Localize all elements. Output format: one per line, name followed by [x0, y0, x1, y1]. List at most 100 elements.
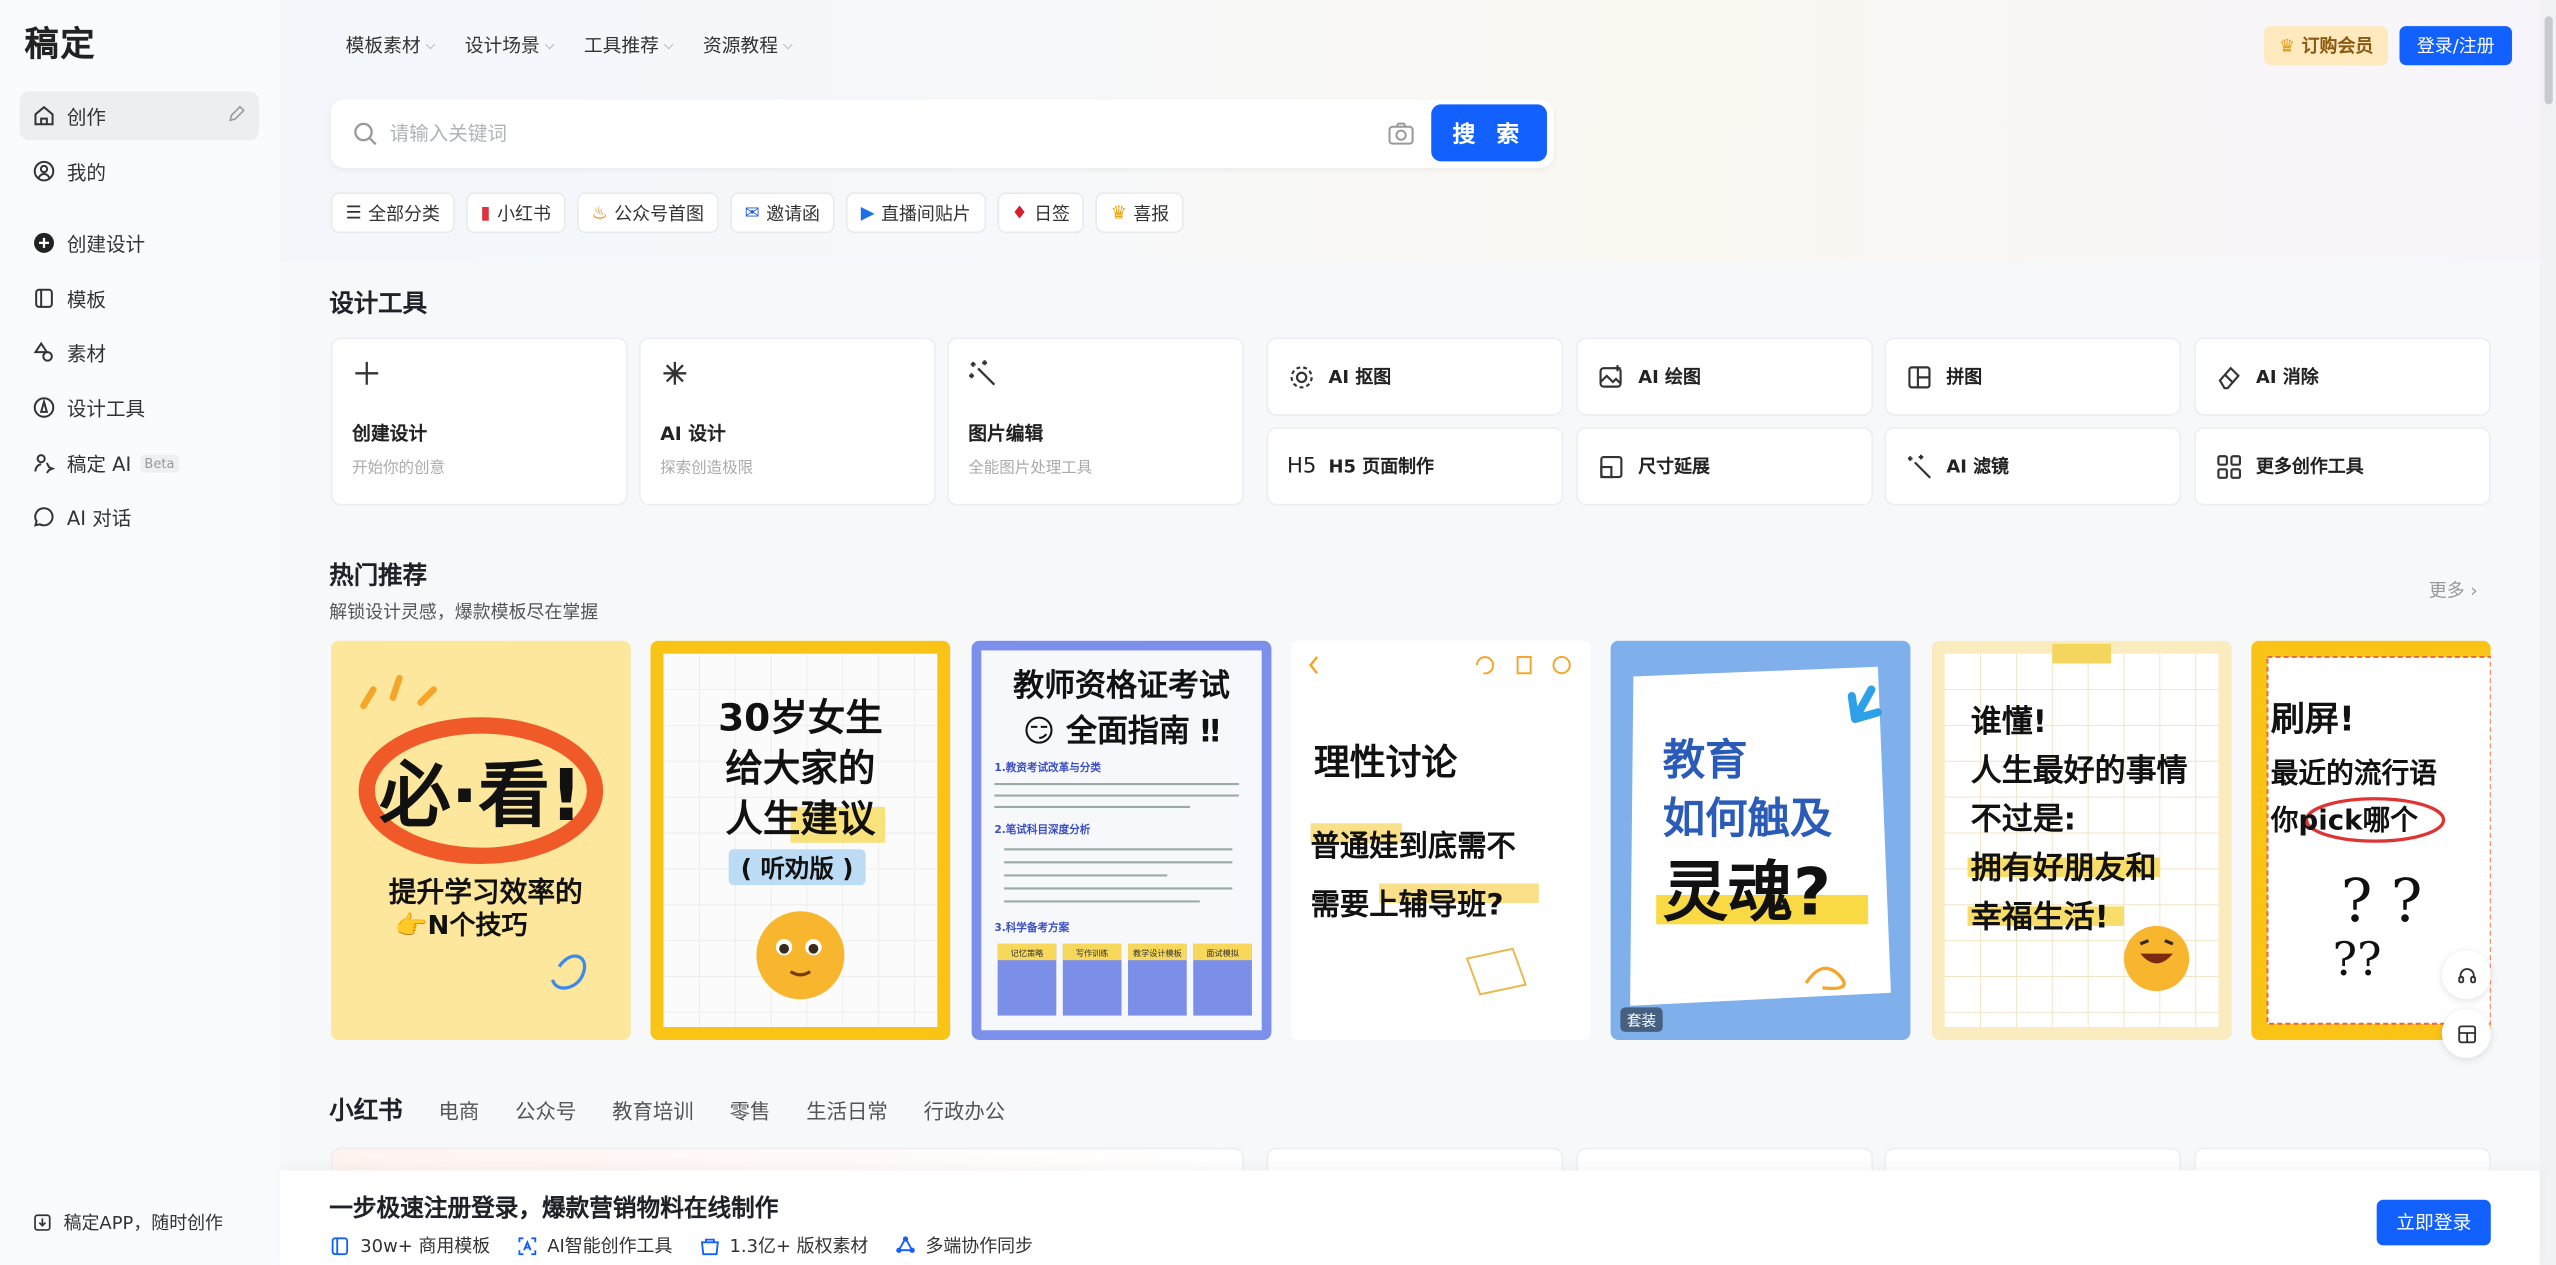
sidebar-item-create[interactable]: 创作	[19, 91, 260, 141]
svg-text:灵魂?: 灵魂?	[1663, 855, 1831, 931]
chevron-down-icon: ⌵	[782, 37, 793, 53]
page: 稿定 创作 我的 创建设计 模板 素材 设计工具 稿定 AI Beta AI 对…	[0, 0, 2556, 1265]
template-card[interactable]: 必·看! 提升学习效率的 👉N个技巧	[330, 640, 631, 1041]
template-thumbnail: 30岁女生 给大家的 人生建议 ( 听劝版 )	[650, 640, 951, 1041]
sidebar-item-create-design[interactable]: 创建设计	[20, 218, 260, 267]
template-thumbnail: 教育 如何触及 灵魂?	[1610, 640, 1911, 1041]
search-input[interactable]	[389, 115, 1336, 152]
tool-ai-eraser[interactable]: AI 消除	[2194, 337, 2491, 416]
tool-collage[interactable]: 拼图	[1884, 337, 2182, 416]
tab-xiaohongshu[interactable]: 小红书	[329, 1092, 402, 1126]
vip-button[interactable]: ♛ 订购会员	[2264, 26, 2389, 66]
sidebar-item-mine[interactable]: 我的	[20, 147, 260, 196]
sidebar-item-ai-chat[interactable]: AI 对话	[20, 492, 260, 541]
svg-text:教师资格证考试: 教师资格证考试	[1013, 668, 1230, 704]
chip-daily-sign[interactable]: ♦ 日签	[996, 192, 1085, 234]
sidebar-item-label: 模板	[66, 287, 106, 311]
template-icon	[331, 1236, 349, 1255]
tab-ecommerce[interactable]: 电商	[439, 1094, 480, 1125]
top-nav-item[interactable]: 资源教程 ⌵	[703, 33, 793, 59]
tab-retail[interactable]: 零售	[730, 1094, 771, 1125]
layout-toggle-button[interactable]	[2441, 1009, 2491, 1058]
template-icon	[33, 287, 56, 310]
pencil-icon[interactable]	[227, 104, 247, 124]
tool-ai-cutout[interactable]: AI 抠图	[1266, 337, 1564, 416]
template-thumbnail: 教师资格证考试 😏 全面指南 ‼ 1.教资考试改革与分类 2.笔试科目深度分析 …	[971, 640, 1272, 1041]
tool-size-extend[interactable]: 尺寸延展	[1576, 427, 1873, 506]
chevron-down-icon: ⌵	[663, 37, 674, 53]
tool-more-tools[interactable]: 更多创作工具	[2194, 427, 2491, 506]
chip-good-news[interactable]: ♛ 喜报	[1096, 192, 1184, 234]
customer-service-button[interactable]	[2441, 950, 2491, 1000]
user-icon	[33, 160, 56, 183]
svg-text:提升学习效率的: 提升学习效率的	[389, 875, 583, 908]
login-button[interactable]: 登录/注册	[2399, 26, 2512, 66]
sparkle-icon	[663, 361, 687, 385]
camera-icon[interactable]	[1387, 121, 1415, 147]
tool-card-image-edit[interactable]: 图片编辑 全能图片处理工具	[947, 337, 1244, 506]
login-now-button[interactable]: 立即登录	[2376, 1199, 2491, 1246]
top-nav-item[interactable]: 设计场景 ⌵	[465, 33, 555, 59]
app-download-link[interactable]: 稿定APP，随时创作	[33, 1210, 223, 1236]
tab-education[interactable]: 教育培训	[612, 1094, 694, 1125]
sidebar-item-template[interactable]: 模板	[20, 274, 260, 323]
table-icon	[2457, 1024, 2476, 1043]
chip-wechat-cover[interactable]: ♨ 公众号首图	[576, 192, 719, 234]
template-card[interactable]: 理性讨论 普通娃到底需不 需要上辅导班?	[1291, 640, 1591, 1041]
sidebar-item-gaoding-ai[interactable]: 稿定 AI Beta	[20, 439, 260, 488]
tool-card-ai-design[interactable]: AI 设计 探索创造极限	[638, 337, 936, 506]
svg-text:写作训练: 写作训练	[1076, 948, 1109, 958]
svg-text:普通娃到底需不: 普通娃到底需不	[1311, 829, 1516, 863]
shapes-icon	[33, 341, 56, 364]
top-nav-item[interactable]: 模板素材 ⌵	[346, 33, 436, 59]
filter-wand-icon	[1906, 452, 1934, 480]
chip-invitation[interactable]: ✉ 邀请函	[729, 192, 835, 234]
search-button[interactable]: 搜 索	[1431, 104, 1547, 162]
scrollbar-thumb[interactable]	[2544, 16, 2553, 105]
search-bar: 搜 索	[330, 99, 1554, 168]
sidebar-item-design-tools[interactable]: 设计工具	[20, 383, 260, 432]
peek-card	[1266, 1147, 1564, 1171]
chevron-down-icon: ⌵	[544, 37, 555, 53]
app-logo[interactable]: 稿定	[24, 18, 96, 67]
chat-icon	[33, 505, 56, 528]
svg-text:刷屏!: 刷屏!	[2271, 699, 2355, 739]
template-thumbnail: 理性讨论 普通娃到底需不 需要上辅导班?	[1291, 640, 1591, 1041]
chip-live-sticker[interactable]: ▶ 直播间贴片	[846, 192, 986, 234]
beta-badge: Beta	[139, 453, 180, 472]
eraser-icon	[2215, 363, 2243, 391]
chip-all-categories[interactable]: ☰ 全部分类	[330, 192, 455, 234]
sidebar-item-label: AI 对话	[66, 506, 132, 529]
grid-icon	[2215, 452, 2243, 480]
search-icon	[354, 122, 377, 146]
tab-wechat[interactable]: 公众号	[515, 1094, 576, 1125]
sidebar-item-assets[interactable]: 素材	[20, 328, 260, 377]
more-link[interactable]: 更多 ›	[2429, 577, 2478, 603]
collage-icon	[1906, 363, 1934, 391]
image-ai-icon	[1597, 363, 1625, 391]
svg-text:给大家的: 给大家的	[725, 746, 875, 790]
tab-daily-life[interactable]: 生活日常	[806, 1094, 888, 1125]
crown-icon: ♛	[2278, 35, 2296, 57]
template-card[interactable]: 教师资格证考试 😏 全面指南 ‼ 1.教资考试改革与分类 2.笔试科目深度分析 …	[971, 640, 1272, 1041]
template-thumbnail: 谁懂! 人生最好的事情 不过是: 拥有好朋友和 幸福生活!	[1931, 640, 2232, 1041]
svg-text:不过是:: 不过是:	[1971, 802, 2076, 838]
flame-icon: ♨	[591, 202, 608, 224]
svg-text:你pick哪个: 你pick哪个	[2270, 804, 2419, 837]
template-card[interactable]: 教育 如何触及 灵魂? 套装	[1610, 640, 1911, 1041]
shop-icon	[700, 1237, 719, 1255]
template-card[interactable]: 30岁女生 给大家的 人生建议 ( 听劝版 )	[650, 640, 951, 1041]
bundle-badge: 套装	[1620, 1007, 1663, 1032]
sidebar: 稿定 创作 我的 创建设计 模板 素材 设计工具 稿定 AI Beta AI 对…	[0, 0, 281, 1265]
tool-card-create-design[interactable]: 创建设计 开始你的创意	[330, 337, 628, 506]
tool-h5-page[interactable]: H5 H5 页面制作	[1266, 427, 1564, 506]
tab-office[interactable]: 行政办公	[924, 1094, 1006, 1125]
template-card[interactable]: 谁懂! 人生最好的事情 不过是: 拥有好朋友和 幸福生活!	[1931, 640, 2232, 1041]
chip-xiaohongshu[interactable]: ▮ 小红书	[466, 192, 566, 234]
top-nav-item[interactable]: 工具推荐 ⌵	[584, 33, 674, 59]
tool-ai-drawing[interactable]: AI 绘图	[1576, 337, 1873, 416]
scrollbar-track[interactable]	[2539, 0, 2556, 1265]
pin-icon: ♦	[1011, 202, 1028, 224]
tool-ai-filter[interactable]: AI 滤镜	[1884, 427, 2182, 506]
svg-text:👉N个技巧: 👉N个技巧	[395, 911, 528, 941]
